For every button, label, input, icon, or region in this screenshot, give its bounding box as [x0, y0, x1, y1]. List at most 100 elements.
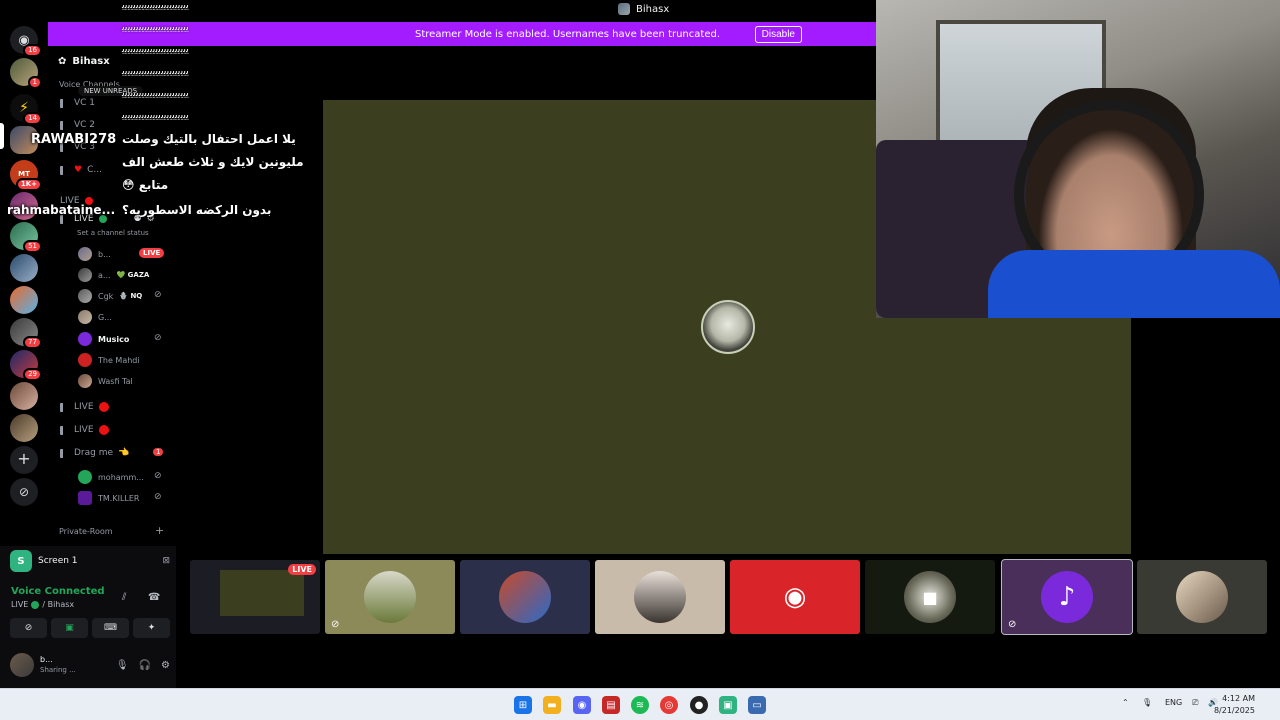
channel-label: LIVE [60, 196, 80, 206]
new-unreads-pill[interactable]: NEW UNREADS [78, 86, 144, 96]
server-icon[interactable] [10, 414, 38, 442]
user-name: The Mahdi [98, 355, 140, 365]
microphone-tray-icon[interactable]: 🎙 [1142, 698, 1152, 707]
server-icon[interactable]: ⚡ 14 [10, 94, 42, 125]
voice-user[interactable]: G... [78, 310, 112, 324]
system-clock[interactable]: 4:12 AM 8/21/2025 [1214, 693, 1255, 717]
user-name: b... [98, 249, 111, 259]
window-title-text: Bihasx [636, 3, 670, 15]
voice-user[interactable]: a... 💚 GAZA [78, 268, 149, 282]
channel-status-hint[interactable]: Set a channel status [77, 229, 149, 237]
music-note-icon: ♪ [1041, 571, 1093, 623]
microphone-icon[interactable]: 🎙 [116, 660, 129, 671]
app-taskbar-icon[interactable]: ▤ [602, 696, 620, 714]
voice-user[interactable]: TM.KILLER [78, 491, 139, 505]
channel-label: VC 1 [74, 98, 96, 108]
streamlabs-icon[interactable]: ▣ [719, 696, 737, 714]
server-icon[interactable]: MT 1K+ [10, 160, 42, 191]
chrome-icon[interactable]: ◎ [660, 696, 678, 714]
deafened-icon: ⊘ [154, 471, 162, 481]
webcam-person-shirt [988, 250, 1280, 318]
disable-streamer-mode-button[interactable]: Disable [754, 26, 802, 43]
channel-live-top[interactable]: LIVE [60, 196, 93, 206]
disconnect-icon[interactable]: ☎ [148, 592, 160, 603]
participant-tile[interactable] [460, 560, 590, 634]
camera-off-button[interactable]: ⊘ [10, 618, 47, 638]
server-badge: 51 [23, 240, 42, 253]
network-icon[interactable]: ⎚ [1192, 698, 1198, 708]
activities-button[interactable]: ⌨ [92, 618, 129, 638]
server-icon[interactable]: 77 [10, 318, 42, 349]
headphones-icon[interactable]: 🎧 [139, 660, 151, 671]
voice-user[interactable]: The Mahdi [78, 353, 140, 367]
channel-c[interactable]: ♥ C... [60, 165, 102, 175]
voice-panel: S Screen 1 ⊠ Voice Connected ⫽ ☎ LIVE / … [0, 546, 176, 688]
participant-tile[interactable]: ■ [865, 560, 995, 634]
windows-taskbar: ⊞ ▬ ◉ ▤ ≋ ◎ ● ▣ ▭ ⌃ 🎙 ENG ⎚ 🔊 4:12 AM 8/… [0, 688, 1280, 720]
channel-live-2[interactable]: LIVE [60, 402, 109, 412]
server-icon[interactable] [10, 254, 38, 282]
server-icon[interactable] [10, 192, 38, 220]
avatar [78, 491, 92, 505]
voice-server-name: / Bihasx [42, 600, 75, 609]
channel-drag-me[interactable]: Drag me 👈 [60, 448, 129, 458]
add-server-icon[interactable]: + [10, 446, 38, 474]
voice-connected-label[interactable]: Voice Connected [11, 586, 105, 597]
participant-tile-selected[interactable]: ♪ ⊘ [1001, 559, 1133, 635]
user-area[interactable]: b... Sharing ... 🎙 🎧 ⚙ [10, 650, 170, 680]
channel-vc2[interactable]: VC 2 [60, 120, 95, 130]
channel-vc3[interactable]: VC 3 [60, 142, 95, 152]
soundboard-button[interactable]: ✦ [133, 618, 170, 638]
user-name: G... [98, 312, 112, 322]
voice-user[interactable]: Wasfi Tal [78, 374, 133, 388]
live-badge: LIVE [288, 564, 316, 575]
window-title: Bihasx [618, 3, 669, 15]
server-icon[interactable] [10, 286, 38, 314]
server-icon[interactable]: 51 [10, 222, 42, 253]
voice-channel-info[interactable]: LIVE / Bihasx [11, 600, 74, 609]
user-tag: 💚 GAZA [116, 271, 150, 279]
explore-servers-icon[interactable]: ⊘ [10, 478, 38, 506]
server-icon-selected[interactable] [10, 126, 38, 154]
participant-tile[interactable] [1137, 560, 1267, 634]
voice-user[interactable]: mohamm... [78, 470, 144, 484]
windows-start-icon[interactable]: ⊞ [514, 696, 532, 714]
photos-icon[interactable]: ▭ [748, 696, 766, 714]
discord-home-icon[interactable]: ◉ 16 [10, 26, 42, 57]
obs-icon[interactable]: ● [690, 696, 708, 714]
settings-gear-icon[interactable]: ⚙ [147, 214, 155, 224]
participant-tile[interactable] [595, 560, 725, 634]
category-private-room[interactable]: Private-Room [59, 527, 113, 536]
file-explorer-icon[interactable]: ▬ [543, 696, 561, 714]
noise-suppression-icon[interactable]: ⫽ [122, 592, 126, 603]
server-icon[interactable]: 1 [10, 58, 42, 89]
settings-gear-icon[interactable]: ⚙ [161, 660, 170, 671]
participant-tile-stream[interactable]: LIVE [190, 560, 320, 634]
channel-vc1[interactable]: VC 1 [60, 98, 95, 108]
channel-label: LIVE [74, 402, 94, 412]
chevron-up-icon[interactable]: ⌃ [1122, 698, 1129, 707]
screen-share-row[interactable]: S Screen 1 ⊠ [10, 550, 170, 572]
spotify-icon[interactable]: ≋ [631, 696, 649, 714]
screen-share-button[interactable]: ▣ [51, 618, 88, 638]
server-icon[interactable] [10, 382, 38, 410]
invite-icon[interactable]: ⚉ [134, 214, 142, 224]
speaker-icon [60, 402, 69, 412]
stream-preview [220, 570, 304, 616]
participant-tile[interactable]: ⊘ [325, 560, 455, 634]
channel-live-current[interactable]: LIVE ⚉ ⚙ [60, 214, 155, 224]
speaker-icon [60, 165, 69, 175]
channel-label: VC 2 [74, 120, 96, 130]
add-channel-icon[interactable]: + [155, 524, 164, 537]
voice-user[interactable]: b... [78, 247, 111, 261]
language-indicator[interactable]: ENG [1165, 698, 1182, 707]
voice-user-musico[interactable]: Musico [78, 332, 129, 346]
participant-tile[interactable]: ◉ [730, 560, 860, 634]
server-icon[interactable]: 29 [10, 350, 42, 381]
channel-live-3[interactable]: LIVE [60, 425, 109, 435]
user-tag: 🪬 NQ [119, 292, 143, 300]
discord-taskbar-icon[interactable]: ◉ [573, 696, 591, 714]
voice-user[interactable]: Cgk 🪬 NQ [78, 289, 142, 303]
close-screen-icon[interactable]: ⊠ [162, 556, 170, 566]
server-header[interactable]: ✿ Bihasx [58, 56, 110, 67]
